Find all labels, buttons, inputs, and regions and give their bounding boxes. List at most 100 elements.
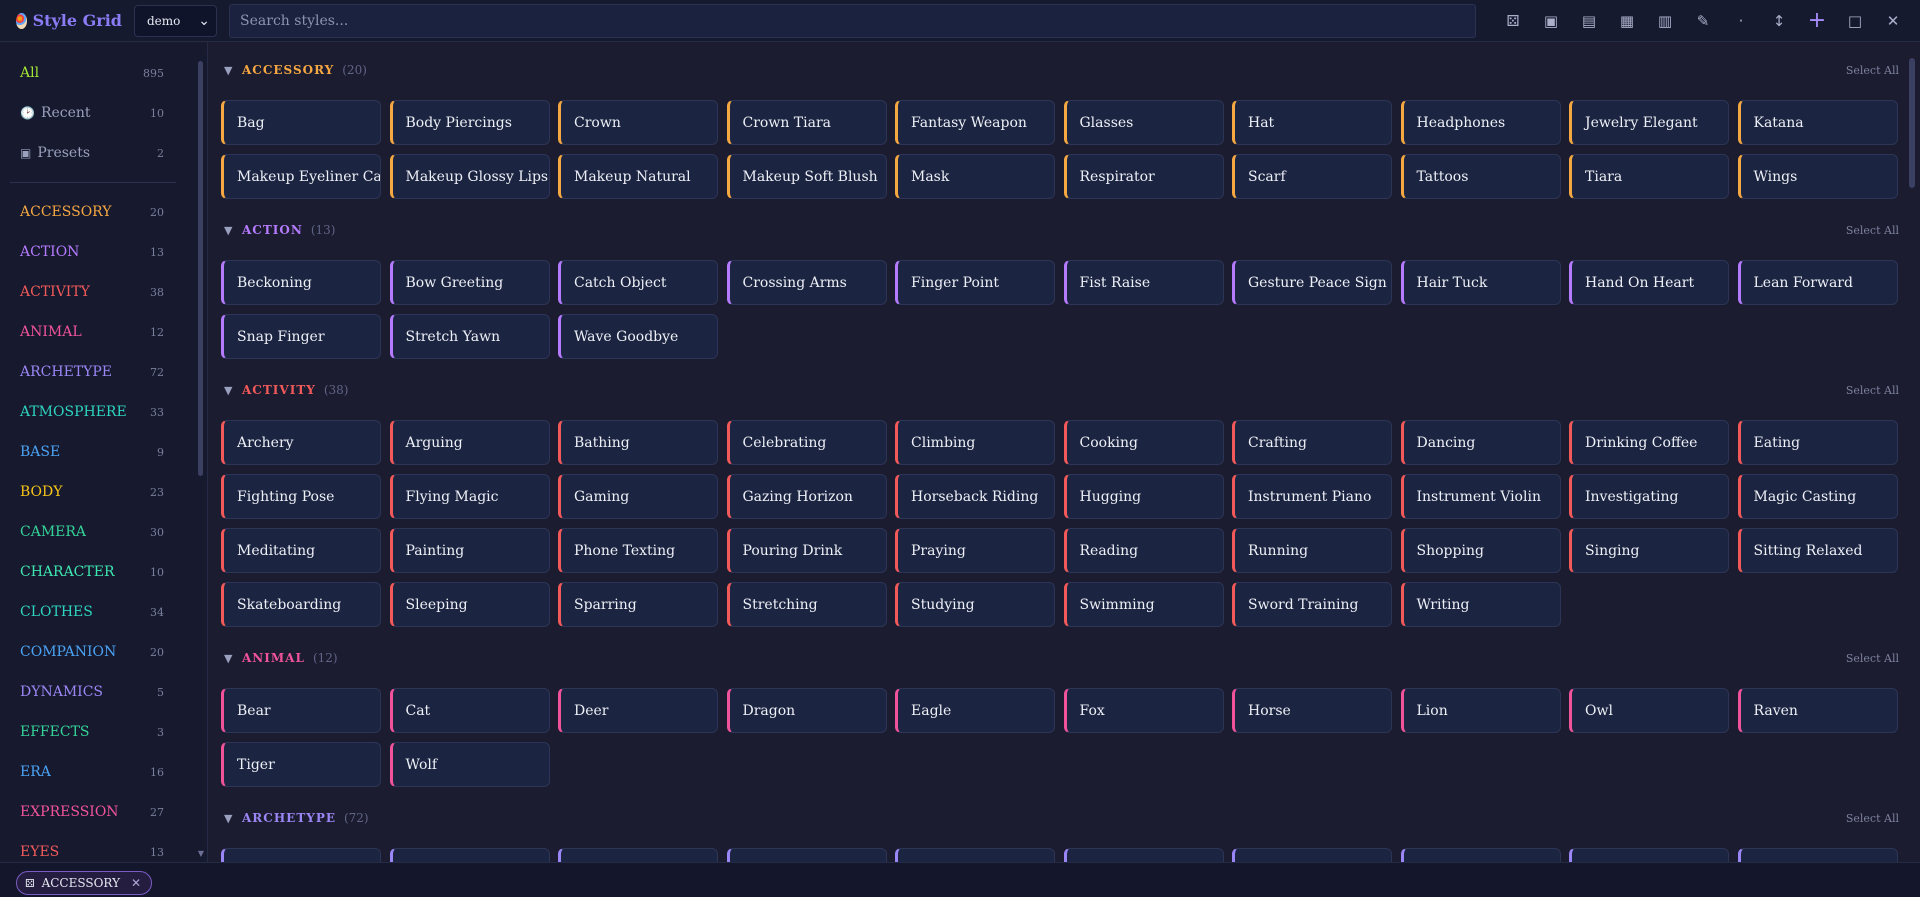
style-card[interactable]: Fighting Pose [221, 474, 381, 519]
plus-icon[interactable]: + [1798, 6, 1836, 36]
style-card[interactable]: Lion [1400, 688, 1561, 733]
close-icon[interactable]: ✕ [1874, 6, 1912, 36]
style-card[interactable]: Owl [1569, 688, 1729, 733]
sidebar-item-presets[interactable]: ▣ Presets 2 [20, 141, 164, 165]
document-icon[interactable]: ▥ [1646, 6, 1684, 36]
section-header-action[interactable]: ▼ ACTION (13) Select All [224, 220, 1899, 240]
style-card[interactable]: Sparring [558, 582, 718, 627]
collapse-triangle-icon[interactable]: ▼ [224, 64, 242, 77]
sidebar-item-activity[interactable]: ACTIVITY 38 [20, 280, 164, 304]
style-card[interactable]: Arguing [389, 420, 550, 465]
style-card[interactable]: Writing [1400, 582, 1561, 627]
style-card[interactable]: Catch Object [558, 260, 718, 305]
active-filter-chip[interactable]: ⚄ ACCESSORY ✕ [16, 871, 153, 895]
style-card[interactable]: Gazing Horizon [726, 474, 887, 519]
collapse-triangle-icon[interactable]: ▼ [224, 224, 242, 237]
section-header-accessory[interactable]: ▼ ACCESSORY (20) Select All [224, 60, 1899, 80]
style-card[interactable]: Hugging [1063, 474, 1224, 519]
sidebar-item-clothes[interactable]: CLOTHES 34 [20, 600, 164, 624]
main-scrollbar[interactable] [1909, 58, 1915, 188]
style-card[interactable]: Climbing [895, 420, 1055, 465]
style-card[interactable]: Katana [1737, 100, 1898, 145]
style-card[interactable]: Cooking [1063, 420, 1224, 465]
style-card[interactable]: Tiara [1569, 154, 1729, 199]
select-all-button[interactable]: Select All [1846, 64, 1899, 77]
sidebar-item-body[interactable]: BODY 23 [20, 480, 164, 504]
style-card[interactable]: Raven [1737, 688, 1898, 733]
style-card[interactable]: Mask [895, 154, 1055, 199]
style-card[interactable]: Glasses [1063, 100, 1224, 145]
style-card[interactable]: Bathing [558, 420, 718, 465]
style-card[interactable]: Makeup Glossy Lips [389, 154, 550, 199]
sidebar-item-atmosphere[interactable]: ATMOSPHERE 33 [20, 400, 164, 424]
style-card[interactable]: Apothecary [389, 848, 550, 862]
sidebar-item-effects[interactable]: EFFECTS 3 [20, 720, 164, 744]
style-card[interactable]: Sleeping [389, 582, 550, 627]
style-card[interactable]: Sitting Relaxed [1737, 528, 1898, 573]
style-card[interactable]: Stretch Yawn [389, 314, 550, 359]
style-card[interactable]: Snap Finger [221, 314, 381, 359]
collapse-triangle-icon[interactable]: ▼ [224, 384, 242, 397]
style-card[interactable]: Headphones [1400, 100, 1561, 145]
clipboard-icon[interactable]: ▦ [1608, 6, 1646, 36]
style-card[interactable]: Lean Forward [1737, 260, 1898, 305]
style-card[interactable]: Wings [1737, 154, 1898, 199]
box-icon[interactable]: ▣ [1532, 6, 1570, 36]
section-header-activity[interactable]: ▼ ACTIVITY (38) Select All [224, 380, 1899, 400]
style-card[interactable]: Praying [895, 528, 1055, 573]
style-card[interactable]: Scarf [1232, 154, 1392, 199]
style-card[interactable]: Studying [895, 582, 1055, 627]
style-card[interactable]: Cat [389, 688, 550, 733]
resize-vertical-icon[interactable]: ↕ [1760, 6, 1798, 36]
remove-filter-icon[interactable]: ✕ [131, 876, 141, 890]
style-card[interactable]: Body Piercings [389, 100, 550, 145]
brush-icon[interactable]: ✎ [1684, 6, 1722, 36]
style-card[interactable]: Crown [558, 100, 718, 145]
style-card[interactable]: Eating [1737, 420, 1898, 465]
style-card[interactable]: Magic Casting [1737, 474, 1898, 519]
style-card[interactable]: Jewelry Elegant [1569, 100, 1729, 145]
style-card[interactable]: Hat [1232, 100, 1392, 145]
style-card[interactable]: Phone Texting [558, 528, 718, 573]
style-card[interactable]: Running [1232, 528, 1392, 573]
maximize-icon[interactable]: □ [1836, 6, 1874, 36]
select-all-button[interactable]: Select All [1846, 812, 1899, 825]
sidebar-item-accessory[interactable]: ACCESSORY 20 [20, 200, 164, 224]
sidebar-item-eyes[interactable]: EYES 13 [20, 840, 164, 862]
style-card[interactable]: Makeup Eyeliner Cat [221, 154, 381, 199]
style-card[interactable]: Wolf [389, 742, 550, 787]
collapse-triangle-icon[interactable]: ▼ [224, 652, 242, 665]
sidebar-item-animal[interactable]: ANIMAL 12 [20, 320, 164, 344]
style-card[interactable]: Deer [558, 688, 718, 733]
style-card[interactable]: Flying Magic [389, 474, 550, 519]
style-card[interactable]: Fantasy Weapon [895, 100, 1055, 145]
style-card[interactable]: Fox [1063, 688, 1224, 733]
select-all-button[interactable]: Select All [1846, 652, 1899, 665]
sidebar-scrollbar[interactable] [198, 61, 203, 476]
sidebar-item-camera[interactable]: CAMERA 30 [20, 520, 164, 544]
style-card[interactable]: Meditating [221, 528, 381, 573]
style-card[interactable]: Hair Tuck [1400, 260, 1561, 305]
style-card[interactable]: Celebrating [726, 420, 887, 465]
style-card[interactable]: Fist Raise [1063, 260, 1224, 305]
sidebar-item-era[interactable]: ERA 16 [20, 760, 164, 784]
style-card[interactable]: Makeup Soft Blush [726, 154, 887, 199]
style-card[interactable]: Alchemist [221, 848, 381, 862]
style-card[interactable]: Bartender [1232, 848, 1392, 862]
style-card[interactable]: Hand On Heart [1569, 260, 1729, 305]
style-card[interactable]: Instrument Piano [1232, 474, 1392, 519]
sidebar-item-all[interactable]: All 895 [20, 61, 164, 85]
sidebar-item-base[interactable]: BASE 9 [20, 440, 164, 464]
scroll-down-arrow-icon[interactable]: ▼ [198, 849, 204, 858]
sidebar-item-companion[interactable]: COMPANION 20 [20, 640, 164, 664]
style-card[interactable]: Skateboarding [221, 582, 381, 627]
preset-select[interactable]: demo ⌄ [134, 4, 218, 37]
style-card[interactable]: Horse [1232, 688, 1392, 733]
style-card[interactable]: Bag [221, 100, 381, 145]
style-card[interactable]: Pouring Drink [726, 528, 887, 573]
select-all-button[interactable]: Select All [1846, 224, 1899, 237]
sidebar-item-character[interactable]: CHARACTER 10 [20, 560, 164, 584]
sidebar-item-recent[interactable]: 🕑 Recent 10 [20, 101, 164, 125]
style-card[interactable]: Crossing Arms [726, 260, 887, 305]
style-card[interactable]: Drinking Coffee [1569, 420, 1729, 465]
